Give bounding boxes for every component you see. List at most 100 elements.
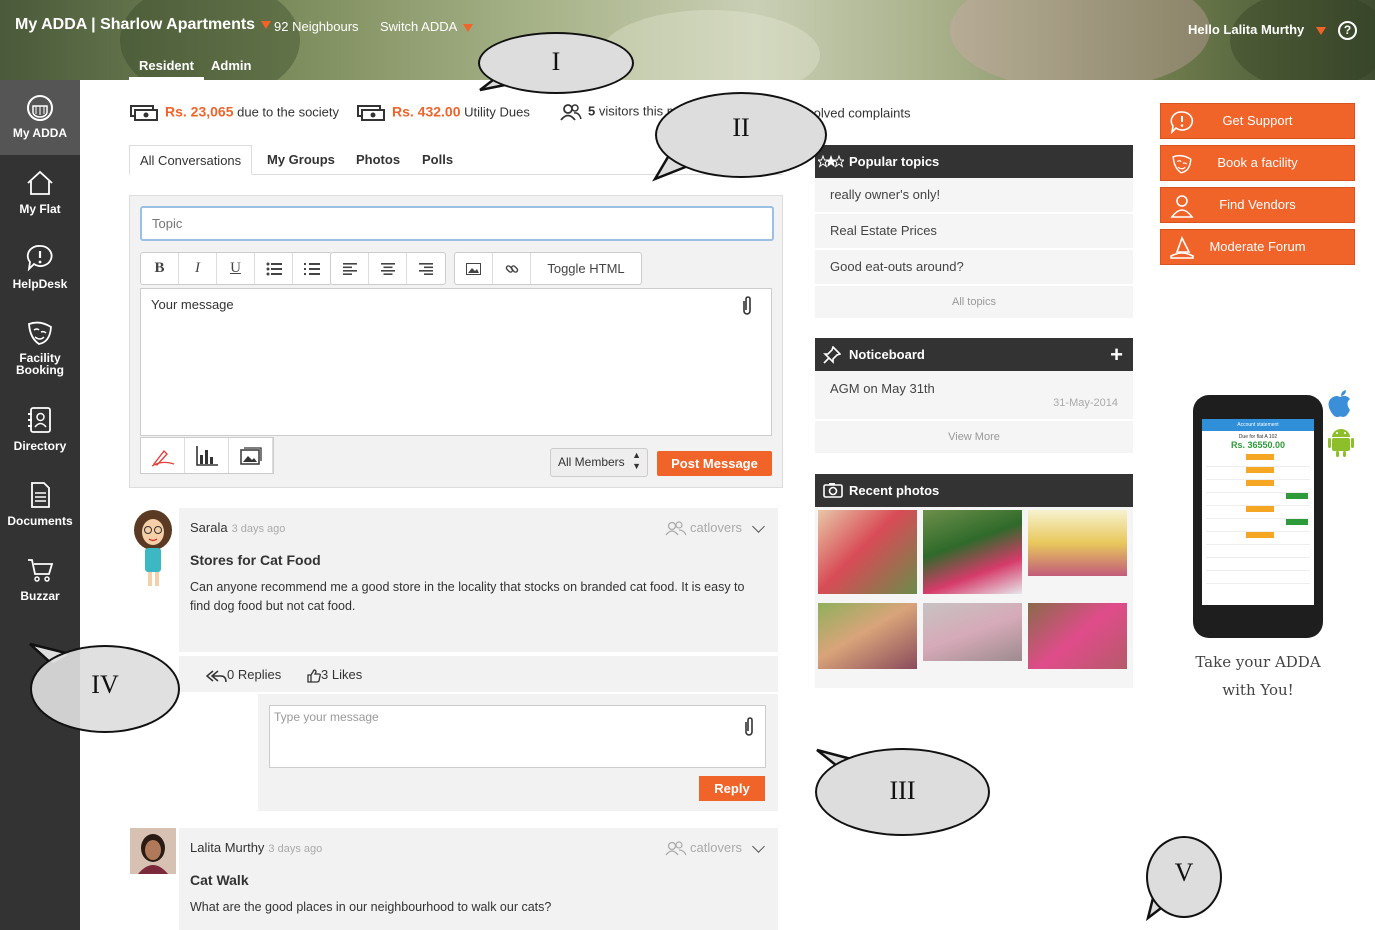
topic-input[interactable] (140, 206, 774, 241)
replies-link[interactable]: 0 Replies (205, 667, 281, 683)
home-icon (27, 170, 53, 195)
add-notice-icon[interactable]: + (1110, 338, 1123, 371)
sidebar-item-buzzar[interactable]: Buzzar (0, 555, 80, 603)
insert-image-button[interactable] (455, 253, 493, 284)
phone-promo[interactable]: Account statement Due for flat A 102 Rs.… (1193, 395, 1323, 638)
promo-line-2: with You! (1222, 681, 1294, 699)
adda-title-text: My ADDA | Sharlow Apartments (15, 16, 256, 33)
screen-amount: Rs. 36550.00 (1230, 440, 1286, 450)
insert-link-button[interactable] (493, 253, 531, 284)
all-topics-link[interactable]: All topics (815, 286, 1133, 318)
sidebar-item-documents[interactable]: Documents (0, 480, 80, 528)
bullet-list-button[interactable] (255, 253, 293, 284)
message-placeholder: Your message (151, 297, 234, 312)
switch-adda-label: Switch ADDA (380, 19, 458, 34)
chevron-down-icon[interactable] (752, 520, 765, 533)
post-group[interactable]: catlovers (665, 840, 742, 856)
phone-screen: Account statement Due for flat A 102 Rs.… (1202, 419, 1314, 605)
reply-button[interactable]: Reply (699, 776, 765, 801)
post-author[interactable]: Sarala 3 days ago (190, 520, 285, 535)
view-more-link[interactable]: View More (815, 421, 1133, 453)
numbered-list-button[interactable] (293, 253, 331, 284)
poll-button[interactable] (185, 438, 229, 473)
format-toolbar-insert: Toggle HTML (454, 252, 642, 285)
gallery-photo[interactable] (923, 510, 1022, 594)
find-vendors-button[interactable]: Find Vendors (1160, 187, 1355, 223)
apple-icon[interactable] (1326, 388, 1354, 420)
tab-all-conversations[interactable]: All Conversations (129, 145, 253, 175)
align-center-icon (380, 262, 395, 275)
post-card: Lalita Murthy 3 days ago catlovers Cat Wa… (179, 828, 778, 930)
notice-item[interactable]: AGM on May 31th 31-May-2014 (815, 371, 1133, 421)
help-icon[interactable]: ? (1338, 21, 1357, 40)
add-photo-button[interactable] (229, 438, 273, 473)
toggle-html-button[interactable]: Toggle HTML (531, 253, 641, 284)
avatar[interactable] (130, 828, 176, 874)
gallery-photo[interactable] (818, 603, 917, 669)
underline-button[interactable]: U (217, 253, 255, 284)
post-author[interactable]: Lalita Murthy 3 days ago (190, 840, 322, 855)
post-composer: B I U Toggle HTML Your message All Membe… (129, 195, 783, 488)
italic-button[interactable]: I (179, 253, 217, 284)
reply-input[interactable]: Type your message (269, 705, 766, 768)
dues-text: due to the society (237, 104, 340, 120)
list-item[interactable]: Real Estate Prices (815, 214, 1133, 250)
users-icon (560, 104, 582, 121)
user-greeting: Hello Lalita Murthy (1188, 22, 1305, 37)
gallery-photo[interactable] (1028, 603, 1127, 669)
post-message-button[interactable]: Post Message (657, 451, 772, 476)
caret-down-icon (261, 20, 272, 29)
sidebar-item-directory[interactable]: Directory (0, 405, 80, 453)
popular-topics-list: really owner's only! Real Estate Prices … (815, 178, 1133, 318)
gallery-photo[interactable] (818, 510, 917, 594)
neighbours-link[interactable]: 92 Neighbours (274, 19, 359, 34)
utility-amount: Rs. 432.00 (392, 103, 461, 120)
sidebar-item-helpdesk[interactable]: HelpDesk (0, 243, 80, 291)
avatar[interactable] (130, 508, 176, 588)
user-menu[interactable]: Hello Lalita Murthy (1188, 22, 1327, 37)
book-facility-label: Book a facility (1217, 155, 1298, 170)
moderate-forum-button[interactable]: Moderate Forum (1160, 229, 1355, 265)
tab-polls[interactable]: Polls (422, 145, 453, 175)
caret-down-icon (463, 23, 474, 32)
thumbs-up-icon (307, 668, 321, 683)
post-group[interactable]: catlovers (665, 520, 742, 536)
sidebar: My ADDA My Flat HelpDesk Facility Bookin… (0, 80, 80, 930)
android-icon[interactable] (1327, 425, 1355, 457)
draw-button[interactable] (141, 438, 185, 473)
align-left-button[interactable] (331, 253, 369, 284)
bold-button[interactable]: B (141, 253, 179, 284)
tab-my-groups[interactable]: My Groups (267, 145, 335, 175)
attachment-icon[interactable] (741, 295, 753, 317)
get-support-button[interactable]: Get Support (1160, 103, 1355, 139)
align-center-button[interactable] (369, 253, 407, 284)
list-item[interactable]: really owner's only! (815, 178, 1133, 214)
message-textarea[interactable]: Your message (140, 288, 772, 436)
audience-select[interactable]: All Members ▲ ▼ (550, 448, 648, 477)
post-title[interactable]: Cat Walk (190, 872, 249, 888)
likes-link[interactable]: 3 Likes (307, 667, 362, 683)
align-left-icon (342, 262, 357, 275)
chevron-down-icon[interactable] (752, 840, 765, 853)
mask-icon (1172, 154, 1192, 174)
gallery-photo[interactable] (1028, 510, 1127, 576)
gallery-photo[interactable] (923, 603, 1022, 661)
role-tab-admin[interactable]: Admin (211, 58, 251, 73)
role-tab-resident[interactable]: Resident (129, 58, 204, 80)
sidebar-item-my-flat[interactable]: My Flat (0, 168, 80, 216)
sidebar-item-facility-booking[interactable]: Facility Booking (0, 318, 80, 376)
adda-title[interactable]: My ADDA | Sharlow Apartments (15, 16, 272, 34)
society-dues-stat[interactable]: Rs. 23,065 due to the society (129, 103, 339, 123)
align-right-button[interactable] (407, 253, 445, 284)
screen-table (1206, 454, 1310, 584)
sidebar-item-my-adda[interactable]: My ADDA (0, 80, 80, 155)
switch-adda-menu[interactable]: Switch ADDA (380, 19, 474, 34)
book-facility-button[interactable]: Book a facility (1160, 145, 1355, 181)
tab-photos[interactable]: Photos (356, 145, 400, 175)
utility-dues-stat[interactable]: Rs. 432.00 Utility Dues (356, 103, 530, 123)
post-title[interactable]: Stores for Cat Food (190, 552, 321, 568)
attachment-icon[interactable] (743, 716, 755, 738)
reply-placeholder: Type your message (274, 710, 379, 724)
list-item[interactable]: Good eat-outs around? (815, 250, 1133, 286)
sidebar-item-label: Buzzar (20, 589, 60, 603)
